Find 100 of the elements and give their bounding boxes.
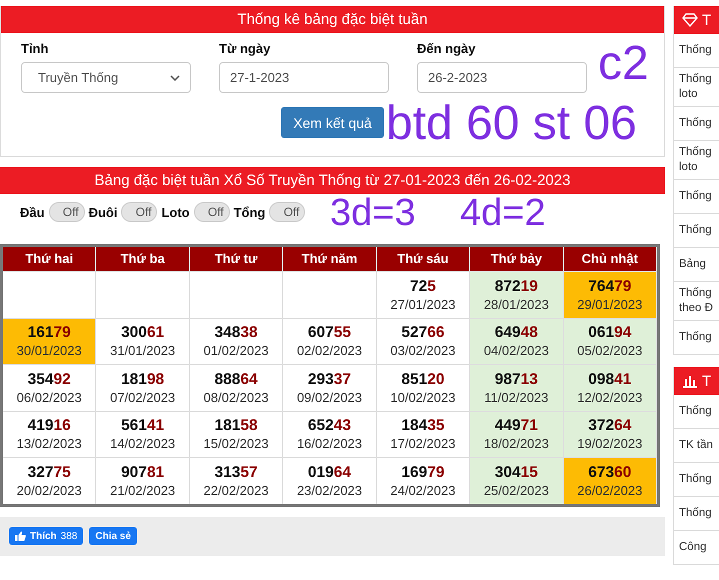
column-header: Thứ năm (283, 247, 377, 271)
result-number: 01964 (308, 464, 352, 482)
result-number: 44971 (494, 417, 538, 436)
result-date: 28/01/2023 (484, 296, 549, 312)
result-date: 26/02/2023 (577, 482, 642, 498)
result-number: 09841 (588, 370, 632, 389)
result-date: 25/02/2023 (484, 482, 549, 498)
result-date: 27/01/2023 (390, 296, 456, 312)
column-header: Thứ sáu (376, 247, 470, 271)
result-date: 01/02/2023 (204, 343, 269, 358)
sidebar-link[interactable]: Thống loto (674, 141, 719, 180)
result-date: 09/02/2023 (296, 390, 362, 405)
result-date: 03/02/2023 (390, 343, 456, 358)
result-number: 30061 (121, 324, 164, 342)
result-date: 22/02/2023 (204, 482, 269, 498)
result-date: 17/02/2023 (390, 436, 456, 452)
view-results-button[interactable]: Xem kết quả (281, 107, 384, 138)
result-number: 98713 (494, 370, 538, 389)
sidebar-link[interactable]: Thống (674, 463, 719, 497)
field-label: Từ ngày (219, 41, 272, 56)
card-title: Thống kê bảng đặc biệt tuần (1, 6, 664, 33)
toggle-switch[interactable]: Off (121, 202, 158, 222)
result-number: 18435 (401, 417, 444, 436)
result-date: 23/02/2023 (296, 482, 362, 498)
sidebar-link[interactable]: Thống (674, 214, 719, 248)
handwritten-annotation: btd 60 st 06 (386, 100, 637, 148)
sidebar-link[interactable]: Công (674, 531, 719, 565)
result-date: 02/02/2023 (296, 343, 362, 358)
field-label: Đến ngày (417, 41, 477, 56)
result-date: 20/02/2023 (16, 482, 82, 498)
card-title: Bảng đặc biệt tuần Xổ Số Truyền Thống từ 27-01-2023 đến 26-02-2023 (0, 167, 665, 194)
result-date: 04/02/2023 (484, 343, 549, 358)
result-number: 29337 (308, 370, 352, 389)
toggle-switch[interactable]: Off (194, 202, 230, 222)
result-date: 08/02/2023 (204, 390, 269, 405)
result-number: 30415 (494, 464, 538, 482)
result-number: 16979 (401, 464, 444, 482)
handwritten-annotation: 4d=2 (460, 194, 546, 232)
sidebar-title: T (702, 372, 712, 390)
sidebar-link[interactable]: Thống loto (674, 68, 719, 107)
result-number: 16179 (28, 324, 71, 342)
sidebar-link[interactable]: Thống (674, 107, 719, 141)
result-number: 725 (410, 278, 436, 296)
result-date: 10/02/2023 (390, 390, 456, 405)
bar-chart-icon (682, 374, 698, 388)
result-date: 15/02/2023 (204, 436, 269, 452)
result-number: 18158 (214, 417, 258, 436)
result-number: 37264 (588, 417, 632, 436)
share-button[interactable]: Chia sẻ (89, 527, 137, 545)
column-header: Thứ ba (96, 247, 190, 271)
sidebar-link[interactable]: Thống (674, 395, 719, 429)
result-number: 60755 (308, 324, 352, 342)
result-date: 31/01/2023 (110, 343, 176, 358)
sidebar-link[interactable]: Thống (674, 34, 719, 68)
thumbs-up-icon (15, 531, 26, 541)
result-number: 65243 (308, 417, 352, 436)
result-date: 29/01/2023 (577, 296, 642, 312)
result-number: 41916 (28, 417, 71, 436)
province-select[interactable]: Truyền Thống (21, 62, 191, 93)
result-number: 85120 (401, 370, 444, 389)
handwritten-annotation: 3d=3 (330, 194, 416, 232)
toggle-label: Loto (161, 204, 190, 220)
like-button[interactable]: Thích 388 (9, 527, 84, 545)
result-number: 76479 (588, 278, 632, 296)
result-date: 21/02/2023 (110, 482, 176, 498)
column-header: Chủ nhật (564, 247, 657, 271)
sidebar-link[interactable]: Thống theo Đ (674, 282, 719, 321)
toggle-switch[interactable]: Off (48, 202, 85, 222)
result-number: 32775 (28, 464, 71, 482)
result-date: 07/02/2023 (110, 390, 176, 405)
sidebar-link[interactable]: Thống (674, 321, 719, 355)
diamond-icon (682, 13, 698, 27)
result-date: 14/02/2023 (110, 436, 176, 452)
result-date: 13/02/2023 (16, 436, 82, 452)
sidebar-link[interactable]: Thống (674, 180, 719, 214)
result-date: 19/02/2023 (577, 436, 642, 452)
column-header: Thứ hai (3, 247, 96, 271)
date-field[interactable]: 27-1-2023 (219, 62, 389, 93)
result-number: 34838 (214, 324, 258, 342)
toggle-switch[interactable]: Off (269, 202, 306, 222)
result-date: 12/02/2023 (577, 390, 642, 405)
field-label: Tỉnh (21, 41, 50, 56)
date-field[interactable]: 26-2-2023 (417, 62, 587, 93)
sidebar-title: T (702, 12, 712, 28)
sidebar-link[interactable]: TK tần (674, 429, 719, 463)
sidebar-link[interactable]: Thống (674, 497, 719, 531)
column-header: Thứ tư (190, 247, 284, 271)
result-number: 06194 (588, 324, 632, 342)
result-number: 18198 (121, 370, 164, 389)
toggle-label: Tổng (234, 204, 266, 220)
result-number: 88864 (214, 370, 258, 389)
column-header: Thứ bảy (470, 247, 564, 271)
toggle-label: Đuôi (88, 204, 118, 220)
result-number: 87219 (494, 278, 538, 296)
result-number: 52766 (401, 324, 444, 342)
result-date: 11/02/2023 (484, 390, 548, 405)
sidebar-link[interactable]: Bảng (674, 248, 719, 282)
result-date: 30/01/2023 (16, 343, 82, 358)
result-number: 31357 (214, 464, 258, 482)
handwritten-annotation: c2 (598, 40, 649, 88)
